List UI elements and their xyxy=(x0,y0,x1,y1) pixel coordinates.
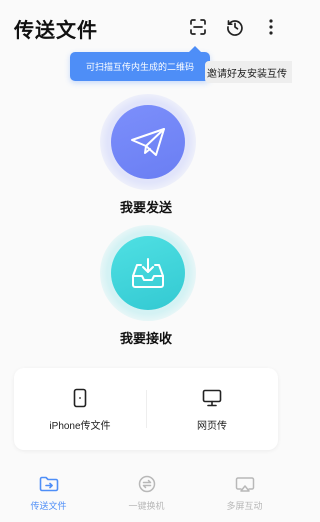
paper-plane-icon xyxy=(131,128,165,156)
iphone-transfer-button[interactable]: iPhone传文件 xyxy=(14,368,146,450)
invite-banner[interactable]: 邀请好友安装互传 xyxy=(205,61,292,83)
receive-label[interactable]: 我要接收 xyxy=(0,328,292,347)
send-button[interactable] xyxy=(111,105,185,179)
history-button[interactable] xyxy=(224,16,246,38)
receive-button[interactable] xyxy=(111,236,185,310)
scan-icon xyxy=(190,19,206,35)
tab-multi-screen[interactable]: 多屏互动 xyxy=(196,474,293,512)
web-transfer-label: 网页传 xyxy=(197,420,227,432)
tab-one-click-switch[interactable]: 一键换机 xyxy=(98,474,195,512)
iphone-transfer-label: iPhone传文件 xyxy=(49,420,111,432)
send-button-halo xyxy=(100,94,196,190)
bottom-tab-bar: 传送文件 一键换机 多屏互动 xyxy=(0,466,292,522)
folder-transfer-icon xyxy=(39,476,58,492)
more-icon xyxy=(269,19,273,35)
tools-card: iPhone传文件 网页传 xyxy=(14,368,278,450)
monitor-icon xyxy=(202,389,222,406)
tab-label: 一键换机 xyxy=(128,501,165,511)
tab-label: 传送文件 xyxy=(30,501,67,511)
swap-icon xyxy=(138,475,155,493)
phone-icon xyxy=(73,388,87,407)
screen-cast-icon xyxy=(235,476,254,492)
send-label[interactable]: 我要发送 xyxy=(0,197,292,216)
tab-label: 多屏互动 xyxy=(226,501,263,511)
more-button[interactable] xyxy=(260,16,282,38)
inbox-download-icon xyxy=(132,258,164,288)
page-title: 传送文件 xyxy=(14,20,98,42)
tab-transfer-files[interactable]: 传送文件 xyxy=(0,474,97,512)
history-icon xyxy=(227,20,243,36)
header: 传送文件 xyxy=(0,0,292,52)
web-transfer-button[interactable]: 网页传 xyxy=(146,368,278,450)
scan-tooltip[interactable]: 可扫描互传内生成的二维码 xyxy=(70,52,210,81)
scan-button[interactable] xyxy=(187,16,209,38)
receive-button-halo xyxy=(100,225,196,321)
